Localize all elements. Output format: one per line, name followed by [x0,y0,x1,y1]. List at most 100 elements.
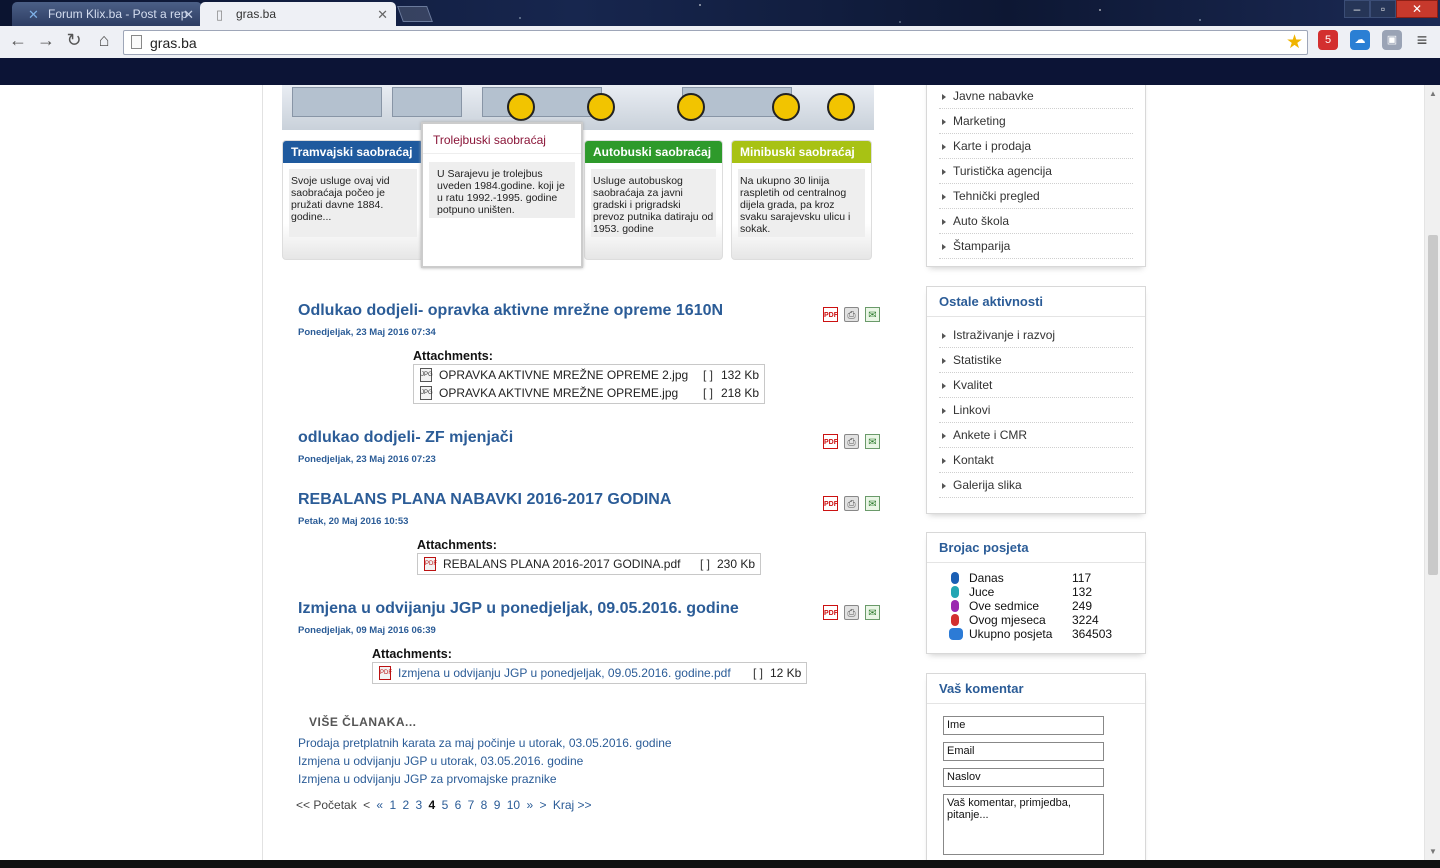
menu-label: Statistike [953,353,1002,367]
email-icon[interactable]: ✉ [865,496,880,511]
service-trolleybus-card[interactable]: Trolejbuski saobraćaj U Sarajevu je trol… [421,122,583,268]
article-title[interactable]: REBALANS PLANA NABAVKI 2016-2017 GODINA [298,491,671,509]
counter-label: Ukupno posjeta [969,627,1053,641]
address-bar[interactable]: gras.ba ★ [123,30,1308,55]
article-title[interactable]: Izmjena u odvijanju JGP u ponedjeljak, 0… [298,600,739,618]
attachment-row[interactable]: JPG OPRAVKA AKTIVNE MREŽNE OPREME.jpg [ … [414,384,764,402]
email-icon[interactable]: ✉ [865,605,880,620]
close-window-button[interactable]: ✕ [1396,0,1438,18]
service-minibus-card[interactable]: Minibuski saobraćaj Na ukupno 30 linija … [731,140,872,260]
pager-first[interactable]: << Početak [296,798,357,812]
scroll-down-icon[interactable]: ▼ [1425,847,1440,856]
attachment-name[interactable]: OPRAVKA AKTIVNE MREŽNE OPREME 2.jpg [439,368,688,382]
more-article-link[interactable]: Izmjena u odvijanju JGP u utorak, 03.05.… [298,754,583,768]
comment-email-field[interactable]: Email [943,742,1104,761]
menu-item-stamparija[interactable]: Štamparija [939,234,1133,259]
extension-icon[interactable]: ▣ [1382,30,1402,50]
email-icon[interactable]: ✉ [865,434,880,449]
pager-next-link[interactable]: » [526,798,533,812]
page-scrollbar[interactable]: ▲ ▼ [1424,85,1440,860]
attachment-row[interactable]: PDF Izmjena u odvijanju JGP u ponedjelja… [373,664,806,682]
menu-item-marketing[interactable]: Marketing [939,109,1133,134]
maximize-button[interactable]: ▫ [1370,0,1396,18]
attachment-row[interactable]: PDF REBALANS PLANA 2016-2017 GODINA.pdf … [418,555,760,573]
reload-icon[interactable]: ↻ [62,30,86,51]
article-title[interactable]: Odlukao dodjeli- opravka aktivne mrežne … [298,302,723,320]
pdf-icon[interactable]: PDF [823,307,838,322]
pager-page-7[interactable]: 7 [468,798,475,812]
service-title[interactable]: Minibuski saobraćaj [732,141,871,163]
menu-item-istrazivanje[interactable]: Istraživanje i razvoj [939,323,1133,348]
article-date: Ponedjeljak, 23 Maj 2016 07:34 [298,327,436,338]
comment-message-field[interactable]: Vaš komentar, primjedba, pitanje... [943,794,1104,855]
pager-page-5[interactable]: 5 [442,798,449,812]
tab-close-icon[interactable]: ✕ [377,7,388,23]
menu-item-galerija[interactable]: Galerija slika [939,473,1133,498]
new-tab-button[interactable] [397,6,433,22]
more-article-link[interactable]: Prodaja pretplatnih karata za maj počinj… [298,736,672,750]
counter-label: Juce [969,585,995,599]
print-icon[interactable]: ⎙ [844,605,859,620]
attachment-name[interactable]: OPRAVKA AKTIVNE MREŽNE OPREME.jpg [439,386,678,400]
adblock-icon[interactable]: 5 [1318,30,1338,50]
menu-label: Turistička agencija [953,164,1052,178]
pager-prev[interactable]: < [363,798,370,812]
menu-label: Ankete i CMR [953,428,1028,442]
comment-subject-field[interactable]: Naslov [943,768,1104,787]
pager-page-3[interactable]: 3 [416,798,423,812]
adblock-badge: 5 [1324,34,1332,46]
pager-page-9[interactable]: 9 [494,798,501,812]
pager-last[interactable]: Kraj >> [553,798,592,812]
more-article-link[interactable]: Izmjena u odvijanju JGP za prvomajske pr… [298,772,557,786]
pager-page-10[interactable]: 10 [507,798,520,812]
menu-label: Kvalitet [953,378,993,392]
tab-forum-klix[interactable]: ✕ Forum Klix.ba - Post a rep ✕ [12,2,202,26]
print-icon[interactable]: ⎙ [844,307,859,322]
scroll-up-icon[interactable]: ▲ [1425,89,1440,98]
menu-item-javne-nabavke[interactable]: Javne nabavke [939,85,1133,109]
menu-item-auto-skola[interactable]: Auto škola [939,209,1133,234]
email-icon[interactable]: ✉ [865,307,880,322]
bookmark-star-icon[interactable]: ★ [1286,31,1303,54]
tab-gras[interactable]: ▯ gras.ba ✕ [200,2,396,26]
pager-prev-link[interactable]: « [376,798,383,812]
pdf-icon[interactable]: PDF [823,434,838,449]
menu-item-kontakt[interactable]: Kontakt [939,448,1133,473]
pdf-icon[interactable]: PDF [823,605,838,620]
service-title[interactable]: Autobuski saobraćaj [585,141,722,163]
pager-page-1[interactable]: 1 [389,798,396,812]
comment-name-field[interactable]: Ime [943,716,1104,735]
menu-item-karte[interactable]: Karte i prodaja [939,134,1133,159]
attachment-name[interactable]: Izmjena u odvijanju JGP u ponedjeljak, 0… [398,666,731,680]
menu-item-kvalitet[interactable]: Kvalitet [939,373,1133,398]
menu-item-turisticka[interactable]: Turistička agencija [939,159,1133,184]
scroll-thumb[interactable] [1428,235,1438,575]
attachment-row[interactable]: JPG OPRAVKA AKTIVNE MREŽNE OPREME 2.jpg … [414,366,764,384]
print-icon[interactable]: ⎙ [844,434,859,449]
pager-page-6[interactable]: 6 [455,798,462,812]
menu-item-linkovi[interactable]: Linkovi [939,398,1133,423]
menu-item-statistike[interactable]: Statistike [939,348,1133,373]
pagination: << Početak < « 1 2 3 4 5 6 7 8 9 10 » > … [296,798,595,812]
pager-page-8[interactable]: 8 [481,798,488,812]
home-icon[interactable]: ⌂ [92,30,116,51]
back-arrow-icon[interactable]: ← [6,30,30,51]
article-title[interactable]: odlukao dodjeli- ZF mjenjači [298,429,513,447]
forward-arrow-icon[interactable]: → [34,30,58,51]
service-tram-card[interactable]: Tramvajski saobraćaj Svoje usluge ovaj v… [282,140,424,260]
menu-item-ankete[interactable]: Ankete i CMR [939,423,1133,448]
service-title[interactable]: Trolejbuski saobraćaj [423,124,581,154]
tab-close-icon[interactable]: ✕ [183,7,194,23]
attachment-name[interactable]: REBALANS PLANA 2016-2017 GODINA.pdf [443,557,680,571]
pager-page-2[interactable]: 2 [402,798,409,812]
pager-next[interactable]: > [539,798,546,812]
attachment-size: 218 Kb [721,386,760,400]
minimize-button[interactable]: – [1344,0,1370,18]
messenger-extension-icon[interactable]: ☁ [1350,30,1370,50]
service-bus-card[interactable]: Autobuski saobraćaj Usluge autobuskog sa… [584,140,723,260]
menu-icon[interactable]: ≡ [1410,30,1434,51]
pdf-icon[interactable]: PDF [823,496,838,511]
print-icon[interactable]: ⎙ [844,496,859,511]
menu-item-tehnicki[interactable]: Tehnički pregled [939,184,1133,209]
service-title[interactable]: Tramvajski saobraćaj [283,141,423,163]
